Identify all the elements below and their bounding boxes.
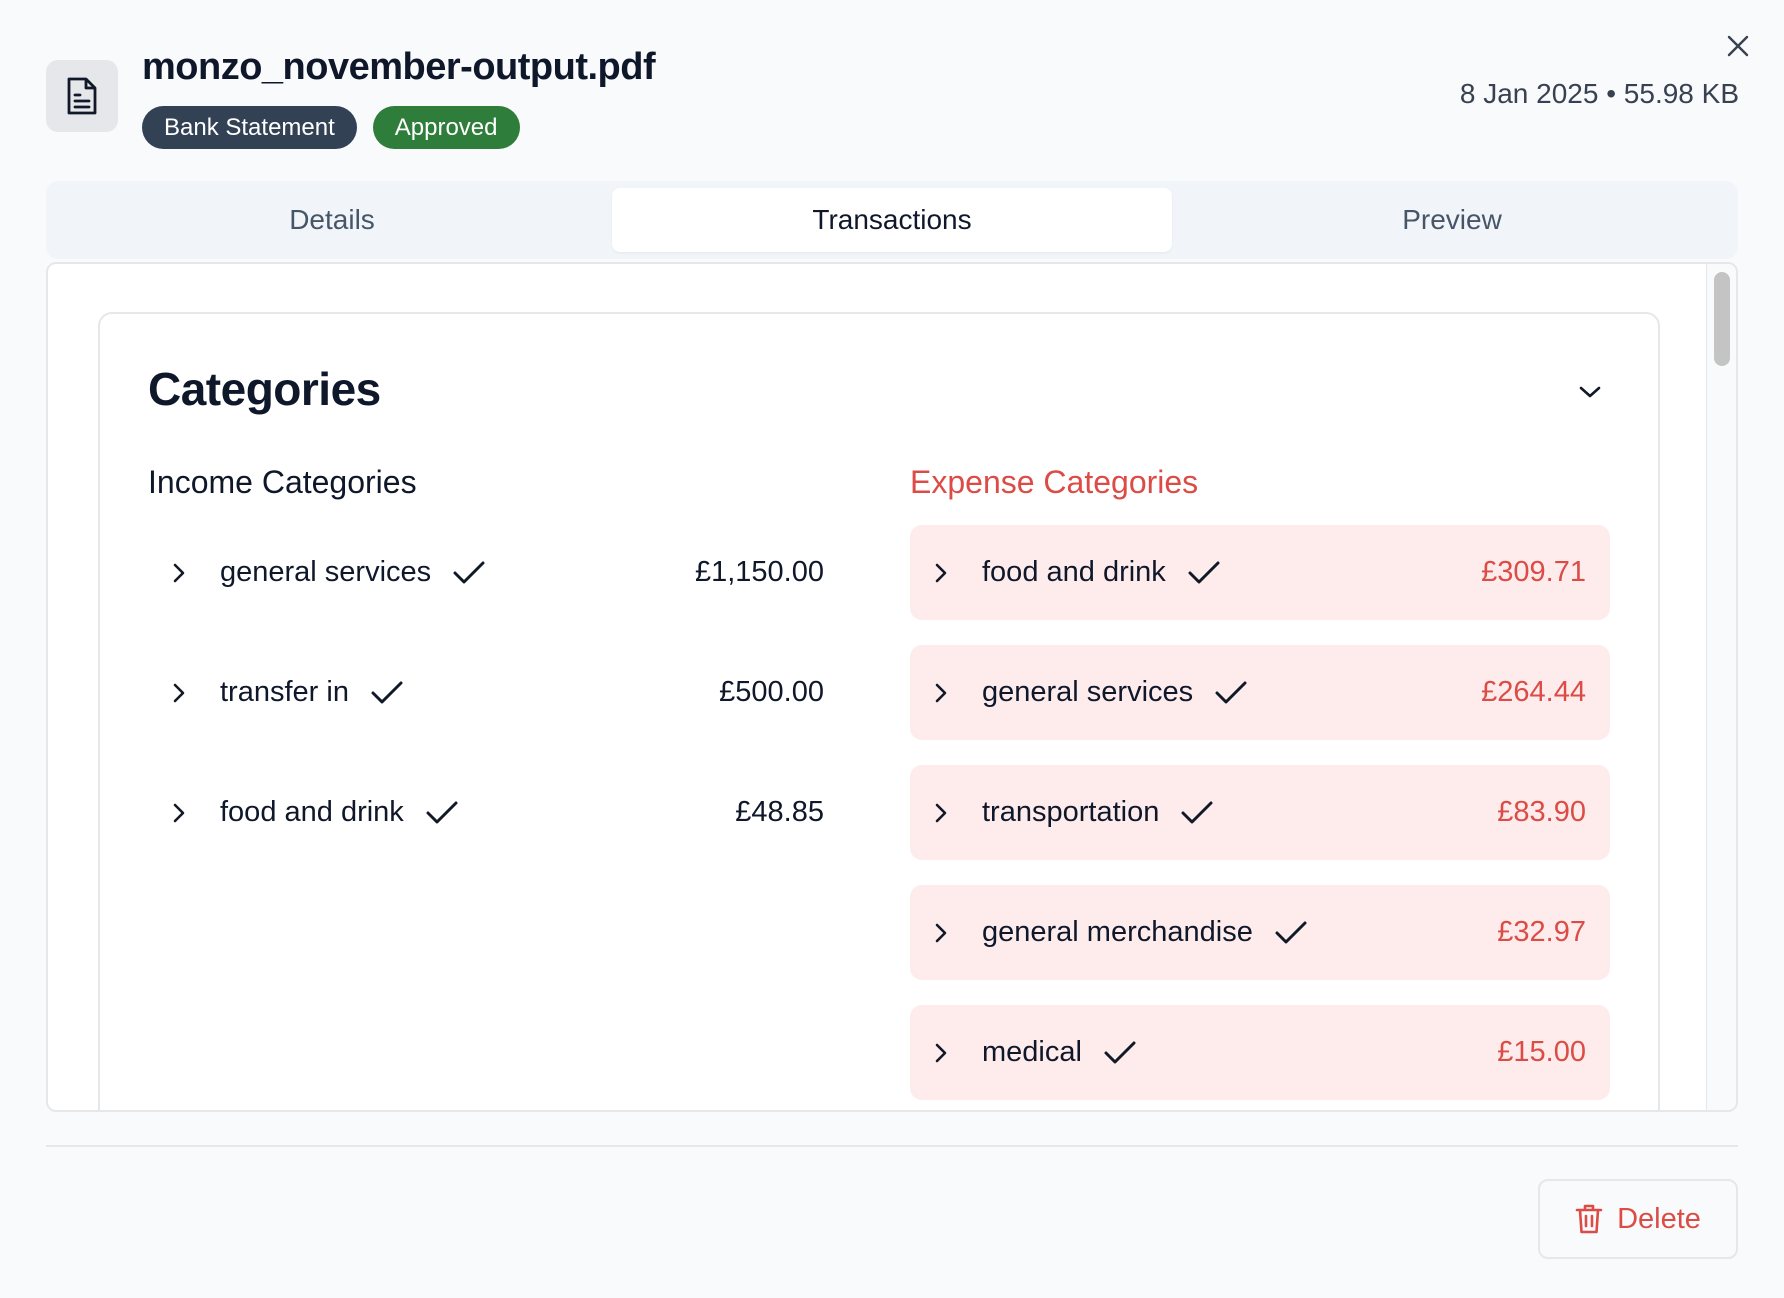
expense-category-row[interactable]: general merchandise £32.97: [910, 885, 1610, 980]
expense-category-row[interactable]: transportation £83.90: [910, 765, 1610, 860]
categories-card: Categories Income Categories Expense Cat…: [98, 312, 1660, 1110]
category-name: transfer in: [220, 676, 349, 708]
category-name: general services: [982, 676, 1194, 708]
category-name: general services: [220, 556, 432, 588]
check-icon: [1275, 921, 1307, 943]
file-title: monzo_november-output.pdf: [142, 46, 656, 88]
footer-divider: [46, 1145, 1738, 1147]
chevron-right-icon: [173, 683, 185, 702]
check-icon: [426, 801, 458, 823]
chevron-right-icon: [935, 563, 947, 582]
category-name: food and drink: [220, 796, 404, 828]
category-name: medical: [982, 1036, 1082, 1068]
transactions-panel: Categories Income Categories Expense Cat…: [46, 262, 1738, 1112]
expense-category-row[interactable]: medical £15.00: [910, 1005, 1610, 1100]
chevron-right-icon: [173, 803, 185, 822]
chevron-down-icon: [1579, 386, 1601, 398]
file-icon-container: [46, 60, 118, 132]
chevron-right-icon: [935, 1043, 947, 1062]
category-amount: £264.44: [1481, 676, 1586, 708]
category-amount: £32.97: [1497, 916, 1586, 948]
status-badge: Approved: [372, 106, 520, 149]
category-name: transportation: [982, 796, 1160, 828]
category-name: food and drink: [982, 556, 1166, 588]
category-amount: £1,150.00: [694, 556, 824, 588]
scrollbar-thumb[interactable]: [1714, 272, 1730, 366]
collapse-button[interactable]: [1570, 372, 1610, 412]
income-category-row[interactable]: transfer in £500.00: [148, 645, 848, 740]
trash-icon: [1575, 1204, 1603, 1234]
delete-label: Delete: [1617, 1202, 1701, 1235]
tab-details[interactable]: Details: [52, 188, 612, 252]
category-amount: £309.71: [1481, 556, 1586, 588]
check-icon: [1104, 1041, 1136, 1063]
badge-group: Bank Statement Approved: [142, 106, 520, 149]
check-icon: [453, 561, 485, 583]
close-icon: [1727, 35, 1749, 57]
check-icon: [1215, 681, 1247, 703]
income-category-row[interactable]: general services £1,150.00: [148, 525, 848, 620]
document-icon: [67, 77, 97, 115]
category-amount: £15.00: [1497, 1036, 1586, 1068]
chevron-right-icon: [173, 563, 185, 582]
category-amount: £500.00: [719, 676, 824, 708]
category-amount: £48.85: [735, 796, 824, 828]
scrollbar[interactable]: [1706, 264, 1736, 1110]
file-meta: 8 Jan 2025 • 55.98 KB: [1459, 78, 1739, 109]
tab-transactions[interactable]: Transactions: [612, 188, 1172, 252]
close-button[interactable]: [1716, 24, 1760, 68]
delete-button[interactable]: Delete: [1538, 1179, 1738, 1259]
document-type-badge: Bank Statement: [142, 106, 357, 149]
tab-preview[interactable]: Preview: [1172, 188, 1732, 252]
expense-categories-title: Expense Categories: [910, 464, 1199, 500]
check-icon: [1181, 801, 1213, 823]
chevron-right-icon: [935, 923, 947, 942]
check-icon: [371, 681, 403, 703]
income-category-row[interactable]: food and drink £48.85: [148, 765, 848, 860]
category-name: general merchandise: [982, 916, 1253, 948]
expense-category-row[interactable]: food and drink £309.71: [910, 525, 1610, 620]
category-amount: £83.90: [1497, 796, 1586, 828]
chevron-right-icon: [935, 803, 947, 822]
income-categories-title: Income Categories: [148, 464, 417, 500]
chevron-right-icon: [935, 683, 947, 702]
check-icon: [1188, 561, 1220, 583]
categories-title: Categories: [148, 363, 381, 415]
expense-category-row[interactable]: general services £264.44: [910, 645, 1610, 740]
tab-bar: Details Transactions Preview: [46, 181, 1738, 259]
